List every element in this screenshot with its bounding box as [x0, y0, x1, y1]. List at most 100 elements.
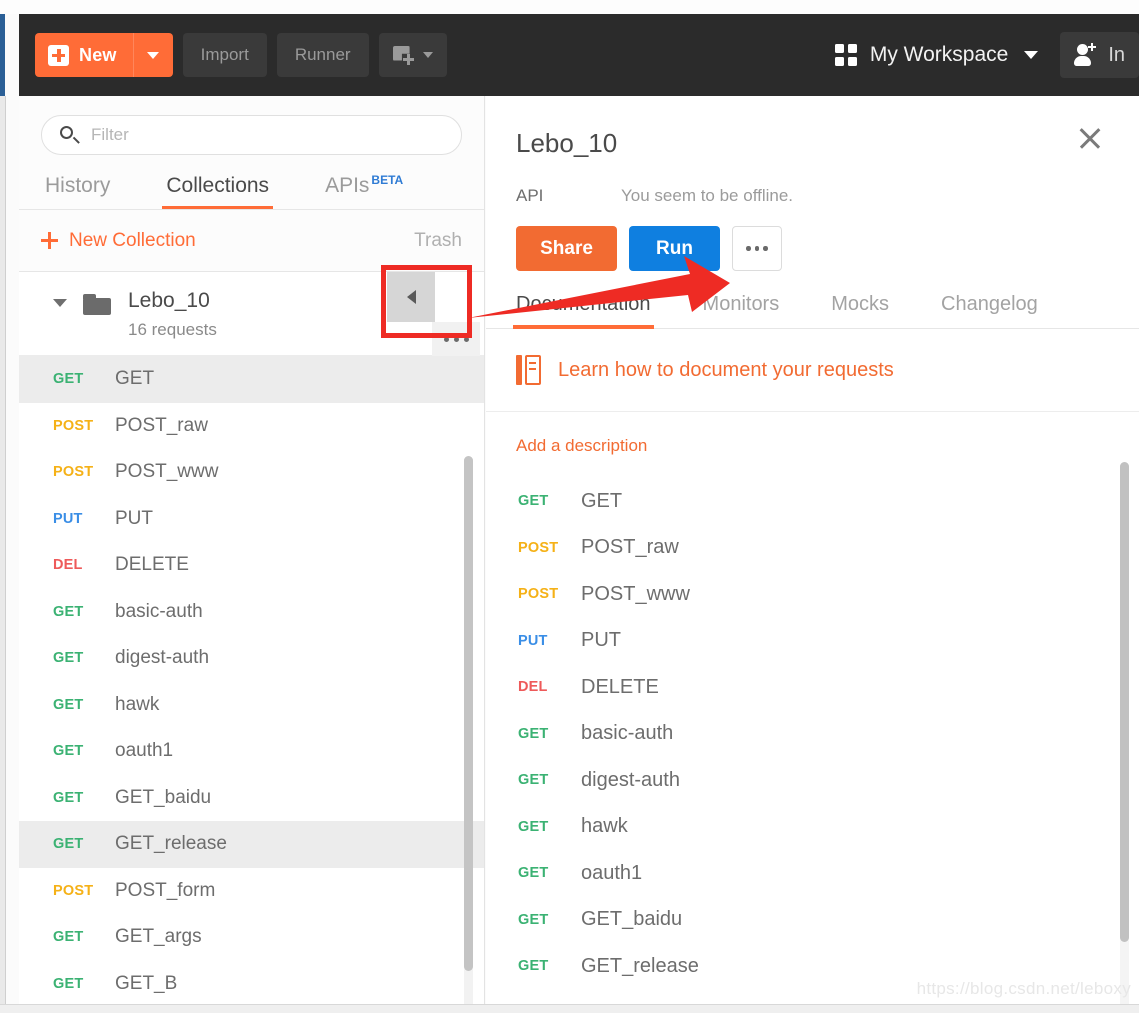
- request-method-label: GET: [518, 493, 549, 510]
- sidebar-request-row[interactable]: GET GET_release: [19, 821, 484, 868]
- request-name-label: POST_form: [115, 879, 216, 901]
- tab-mocks[interactable]: Mocks: [831, 293, 889, 328]
- collection-header[interactable]: Lebo_10 16 requests: [19, 272, 484, 356]
- sidebar-request-row[interactable]: GET hawk: [19, 682, 484, 729]
- collection-more-button[interactable]: [432, 322, 480, 356]
- learn-documentation-link[interactable]: Learn how to document your requests: [558, 359, 894, 382]
- invite-button[interactable]: In: [1060, 32, 1139, 78]
- tab-changelog[interactable]: Changelog: [941, 293, 1038, 328]
- new-window-button[interactable]: [378, 33, 447, 77]
- tab-monitors[interactable]: Monitors: [703, 293, 780, 328]
- panel-scrollbar-thumb[interactable]: [1120, 462, 1129, 942]
- request-method-label: POST: [518, 586, 559, 603]
- tab-history-label: History: [45, 174, 111, 197]
- window-top-edge: [0, 0, 1139, 14]
- sidebar-request-row[interactable]: GET GET_args: [19, 914, 484, 961]
- tab-apis[interactable]: APIs BETA: [321, 173, 407, 209]
- sidebar-request-row[interactable]: DEL DELETE: [19, 542, 484, 589]
- panel-request-row[interactable]: GET GET: [486, 478, 1139, 525]
- request-method-label: GET: [53, 603, 84, 620]
- request-method-label: POST: [53, 417, 94, 434]
- request-method-label: GET: [518, 865, 549, 882]
- new-button-dropdown[interactable]: [132, 33, 173, 77]
- window-bottom-edge: [0, 1004, 1139, 1013]
- sidebar-request-row[interactable]: POST POST_form: [19, 868, 484, 915]
- sidebar-scrollbar[interactable]: [464, 456, 473, 1004]
- import-button[interactable]: Import: [182, 33, 267, 77]
- sidebar-request-row[interactable]: POST POST_www: [19, 449, 484, 496]
- panel-request-row[interactable]: DEL DELETE: [486, 664, 1139, 711]
- add-description-link[interactable]: Add a description: [486, 412, 1139, 456]
- tab-history[interactable]: History: [41, 174, 114, 209]
- panel-request-row[interactable]: GET basic-auth: [486, 711, 1139, 758]
- request-method-label: GET: [518, 911, 549, 928]
- panel-request-row[interactable]: POST POST_raw: [486, 525, 1139, 572]
- panel-header: Lebo_10 API You seem to be offline. Shar…: [486, 96, 1139, 271]
- panel-meta: API You seem to be offline.: [516, 186, 1109, 206]
- request-name-label: GET_args: [115, 926, 202, 948]
- close-icon[interactable]: [1075, 124, 1105, 154]
- sidebar-request-row[interactable]: GET GET: [19, 356, 484, 403]
- new-button-main[interactable]: New: [35, 33, 133, 77]
- run-button[interactable]: Run: [629, 226, 720, 271]
- sidebar-request-row[interactable]: GET digest-auth: [19, 635, 484, 682]
- panel-more-button[interactable]: [732, 226, 782, 271]
- grid-icon: [834, 44, 857, 66]
- sidebar-request-row[interactable]: GET GET_baidu: [19, 775, 484, 822]
- panel-request-row[interactable]: GET hawk: [486, 804, 1139, 851]
- request-method-label: GET: [53, 789, 84, 806]
- panel-request-row[interactable]: PUT PUT: [486, 618, 1139, 665]
- tab-collections-label: Collections: [166, 174, 270, 197]
- request-method-label: GET: [518, 818, 549, 835]
- folder-icon: [83, 294, 111, 315]
- request-name-label: GET: [581, 489, 623, 512]
- workspace-label: My Workspace: [869, 43, 1009, 66]
- plus-icon: [41, 232, 58, 249]
- sidebar-tabs: History Collections APIs BETA: [19, 155, 484, 210]
- share-button[interactable]: Share: [516, 226, 617, 271]
- request-method-label: DEL: [518, 679, 548, 696]
- triangle-left-icon: [406, 290, 416, 304]
- plus-icon: [48, 44, 69, 66]
- main-toolbar: New Import Runner My Workspace In: [19, 14, 1139, 96]
- runner-button-label: Runner: [294, 45, 351, 64]
- request-method-label: POST: [518, 539, 559, 556]
- panel-scrollbar[interactable]: [1120, 462, 1129, 1004]
- sidebar-request-row[interactable]: GET oauth1: [19, 728, 484, 775]
- toolbar-right-group: My Workspace In: [834, 14, 1139, 96]
- person-add-icon: [1074, 44, 1098, 66]
- panel-request-row[interactable]: GET digest-auth: [486, 757, 1139, 804]
- request-name-label: POST_raw: [581, 536, 679, 559]
- request-method-label: GET: [518, 725, 549, 742]
- sidebar-request-row[interactable]: PUT PUT: [19, 496, 484, 543]
- panel-request-row[interactable]: GET GET_baidu: [486, 897, 1139, 944]
- panel-request-row[interactable]: POST POST_www: [486, 571, 1139, 618]
- sidebar-scrollbar-thumb[interactable]: [464, 456, 473, 971]
- request-name-label: DELETE: [115, 554, 189, 576]
- request-name-label: DELETE: [581, 675, 659, 698]
- new-button[interactable]: New: [35, 33, 173, 77]
- panel-request-row[interactable]: GET oauth1: [486, 850, 1139, 897]
- chevron-down-icon: [1024, 51, 1039, 59]
- triangle-down-icon[interactable]: [53, 299, 67, 307]
- trash-link[interactable]: Trash: [414, 230, 462, 252]
- search-input[interactable]: Filter: [41, 115, 462, 155]
- request-method-label: PUT: [518, 632, 548, 649]
- learn-documentation-banner[interactable]: Learn how to document your requests: [486, 329, 1139, 412]
- panel-actions: Share Run: [516, 226, 1109, 271]
- workspace-selector[interactable]: My Workspace: [834, 43, 1042, 67]
- sidebar-collapse-button[interactable]: [387, 272, 435, 322]
- panel-request-row[interactable]: GET GET_release: [486, 943, 1139, 990]
- request-name-label: POST_raw: [115, 414, 208, 436]
- tab-collections[interactable]: Collections: [162, 174, 273, 209]
- request-name-label: PUT: [581, 629, 621, 652]
- postman-app-window: New Import Runner My Workspace In Filter…: [0, 0, 1139, 1013]
- new-collection-button[interactable]: New Collection: [41, 230, 196, 252]
- window-left-gutter: [0, 96, 6, 1013]
- tab-documentation[interactable]: Documentation: [513, 293, 654, 329]
- sidebar-request-row[interactable]: GET GET_B: [19, 961, 484, 1005]
- sidebar-request-row[interactable]: POST POST_raw: [19, 403, 484, 450]
- runner-button[interactable]: Runner: [276, 33, 369, 77]
- request-name-label: basic-auth: [115, 600, 203, 622]
- sidebar-request-row[interactable]: GET basic-auth: [19, 589, 484, 636]
